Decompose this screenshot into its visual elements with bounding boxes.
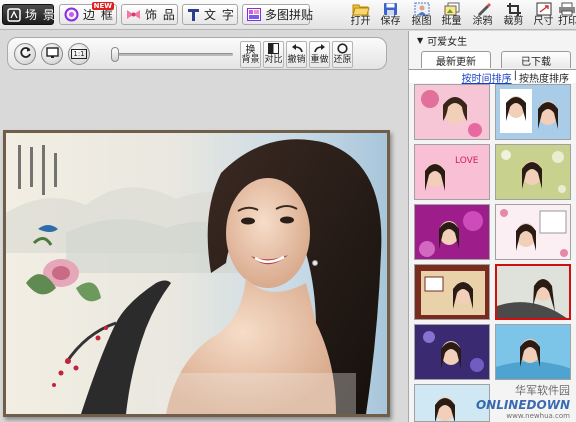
template-thumbnail[interactable]: LOVE <box>414 144 490 200</box>
tab-label: 多图拼贴 <box>265 8 314 22</box>
tool-label: 打印 <box>558 16 576 27</box>
batch-icon <box>443 1 461 16</box>
cutout-button[interactable]: 抠图 <box>408 1 435 29</box>
cutout-icon <box>413 1 431 16</box>
batch-button[interactable]: 批量 <box>438 1 465 29</box>
sort-by-popularity-link[interactable]: 按热度排序 <box>519 70 569 85</box>
template-thumbnail-selected[interactable] <box>495 264 571 320</box>
tab-frame[interactable]: 边 框 NEW <box>59 2 117 25</box>
change-background-line2: 背景 <box>241 55 260 65</box>
edited-photo <box>6 133 387 414</box>
watermark-logo: ONLINEDOWN <box>475 398 570 412</box>
change-background-line1: 换 <box>245 45 256 56</box>
watermark-line1: 华军软件园 <box>515 384 570 397</box>
watermark: 华军软件园 ONLINEDOWN www.newhua.com <box>476 382 570 420</box>
template-thumbnail[interactable] <box>414 324 490 380</box>
tool-label: 裁剪 <box>503 16 524 27</box>
zoom-slider[interactable] <box>111 53 233 56</box>
svg-text:LOVE: LOVE <box>455 156 479 166</box>
restore-button[interactable]: 还原 <box>332 41 353 68</box>
template-panel: ▼ 可爱女生 最新更新 已下载 按时间排序 | 按热度排序 LOVE 华军软件园… <box>408 31 576 422</box>
frame-icon <box>64 7 79 22</box>
print-icon <box>558 1 576 16</box>
tab-downloaded[interactable]: 已下载 <box>501 51 571 68</box>
tab-downloaded-label: 已下载 <box>521 56 551 68</box>
tool-label: 打开 <box>350 16 371 27</box>
fit-screen-button[interactable] <box>41 43 63 65</box>
doodle-button[interactable]: 涂鸦 <box>469 1 496 29</box>
tab-collage[interactable]: 多图拼贴 <box>242 4 314 25</box>
template-thumbnail[interactable] <box>495 204 571 260</box>
sort-by-time-link[interactable]: 按时间排序 <box>462 70 512 85</box>
rotate-button[interactable] <box>14 43 36 65</box>
new-badge: NEW <box>91 2 114 10</box>
tool-label: 抠图 <box>411 16 432 27</box>
sort-separator: | <box>513 70 517 81</box>
tab-label: 文 字 <box>204 8 235 22</box>
save-button[interactable]: 保存 <box>377 1 404 29</box>
tab-latest[interactable]: 最新更新 <box>421 51 491 68</box>
resize-button[interactable]: 尺寸 <box>530 1 557 29</box>
redo-icon <box>313 42 326 55</box>
tab-scene[interactable]: 场 景 <box>2 4 56 25</box>
tab-label: 场 景 <box>25 8 56 22</box>
template-thumbnail[interactable] <box>495 324 571 380</box>
category-title: 可爱女生 <box>427 36 468 48</box>
top-toolbar: 场 景 边 框 NEW 饰 品 文 字 多图拼贴 打开 保存 抠图 批量 涂鸦 … <box>0 0 576 30</box>
text-icon <box>187 7 200 22</box>
compare-label: 对比 <box>264 55 283 65</box>
compare-icon <box>268 42 279 55</box>
photo-canvas[interactable] <box>3 130 390 417</box>
template-thumbnail[interactable] <box>414 84 490 140</box>
open-folder-icon <box>351 1 370 16</box>
tool-label: 保存 <box>380 16 401 27</box>
compare-button[interactable]: 对比 <box>263 41 284 68</box>
collage-icon <box>247 7 261 22</box>
bow-icon <box>126 7 141 22</box>
tool-label: 涂鸦 <box>472 16 493 27</box>
template-thumbnail[interactable] <box>414 264 490 320</box>
redo-label: 重做 <box>310 55 329 65</box>
tool-label: 批量 <box>441 16 462 27</box>
template-thumbnail[interactable] <box>495 144 571 200</box>
crop-icon <box>505 1 523 16</box>
restore-label: 还原 <box>333 55 352 65</box>
tab-accessory[interactable]: 饰 品 <box>121 4 178 25</box>
crop-button[interactable]: 裁剪 <box>500 1 527 29</box>
actual-size-button[interactable]: 1:1 <box>68 43 90 65</box>
template-thumbnail[interactable] <box>414 204 490 260</box>
change-background-button[interactable]: 换 背景 <box>240 41 261 68</box>
undo-icon <box>291 42 303 55</box>
doodle-icon <box>474 1 492 16</box>
redo-button[interactable]: 重做 <box>309 41 330 68</box>
actual-size-icon: 1:1 <box>71 49 87 59</box>
tab-latest-label: 最新更新 <box>436 56 476 68</box>
save-icon <box>382 1 400 16</box>
rotate-icon <box>19 46 32 62</box>
zoom-slider-handle[interactable] <box>111 47 119 62</box>
panel-tabs: 最新更新 已下载 <box>415 51 575 68</box>
undo-button[interactable]: 撤销 <box>286 41 307 68</box>
sort-bar: 按时间排序 | 按热度排序 <box>409 69 576 85</box>
category-header[interactable]: ▼ 可爱女生 <box>409 31 576 49</box>
chevron-down-icon: ▼ <box>417 35 424 45</box>
template-thumbnail[interactable] <box>495 84 571 140</box>
tool-label: 尺寸 <box>533 16 554 27</box>
tab-label: 饰 品 <box>145 8 176 22</box>
edit-controls: 1:1 换 背景 对比 撤销 重做 还原 <box>7 37 387 70</box>
scene-icon <box>7 7 21 22</box>
undo-label: 撤销 <box>287 55 306 65</box>
restore-icon <box>337 42 348 55</box>
open-button[interactable]: 打开 <box>347 1 374 29</box>
print-button[interactable]: 打印 <box>558 1 576 29</box>
resize-icon <box>535 1 553 16</box>
watermark-url: www.newhua.com <box>506 412 570 420</box>
tab-text[interactable]: 文 字 <box>182 4 238 25</box>
monitor-icon <box>45 46 59 62</box>
